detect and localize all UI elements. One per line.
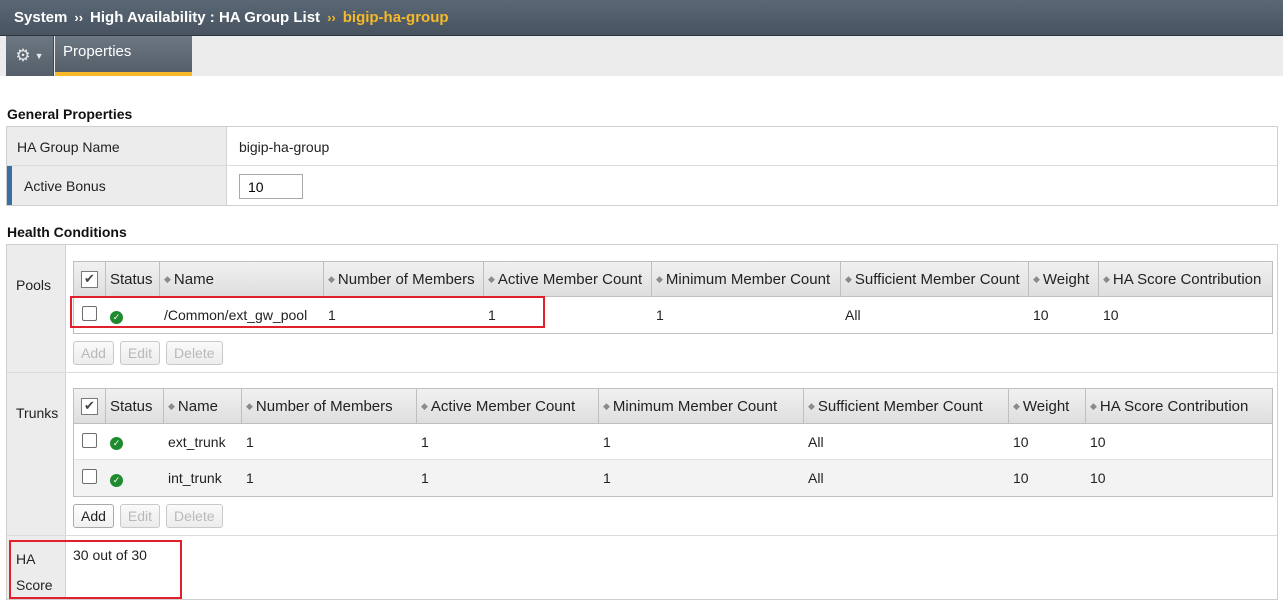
delete-trunk-button[interactable]: Delete (166, 504, 223, 528)
select-all-checkbox[interactable]: ✔ (81, 270, 98, 288)
status-ok-icon: ✓ (110, 437, 123, 450)
ha-group-name-value: bigip-ha-group (227, 127, 1277, 165)
select-all-checkbox[interactable]: ✔ (81, 397, 98, 415)
trunks-buttons: Add Edit Delete (73, 504, 223, 528)
sort-icon: ◆ (328, 273, 335, 284)
pool-row-highlight (70, 296, 545, 328)
breadcrumb-separator: ›› (327, 10, 336, 25)
sort-icon: ◆ (808, 400, 815, 411)
edit-pool-button[interactable]: Edit (119, 341, 161, 365)
trunks-section: Trunks ✔ Status ◆ Name ◆ Number of Members… (7, 373, 1277, 536)
sort-icon: ◆ (845, 273, 852, 284)
cell-minimum: 1 (656, 307, 664, 323)
col-number-of-members[interactable]: ◆ Number of Members (242, 389, 417, 423)
cell-weight: 10 (1013, 433, 1029, 450)
trunk-name-link[interactable]: int_trunk (164, 470, 242, 486)
col-ha-score-contribution[interactable]: ◆ HA Score Contribution (1086, 389, 1272, 423)
delete-pool-button[interactable]: Delete (166, 341, 223, 365)
col-sufficient-member-count[interactable]: ◆ Sufficient Member Count (804, 389, 1009, 423)
sort-icon: ◆ (164, 273, 171, 284)
col-name[interactable]: ◆ Name (160, 262, 324, 296)
add-pool-button[interactable]: Add (73, 341, 114, 365)
col-ha-score-contribution[interactable]: ◆ HA Score Contribution (1099, 262, 1272, 296)
sort-icon: ◆ (1013, 400, 1020, 411)
trunks-label: Trunks (7, 373, 66, 535)
ha-score-highlight (9, 540, 182, 599)
col-weight[interactable]: ◆ Weight (1029, 262, 1099, 296)
cell-sufficient: All (808, 433, 824, 450)
sort-icon: ◆ (168, 400, 175, 411)
general-properties-title: General Properties (7, 106, 133, 122)
sort-icon: ◆ (246, 400, 253, 411)
trunk-name-link[interactable]: ext_trunk (164, 434, 242, 450)
cell-minimum: 1 (603, 470, 611, 486)
col-status[interactable]: Status (106, 389, 164, 423)
cell-weight: 10 (1033, 307, 1049, 323)
sort-icon: ◆ (1033, 273, 1040, 284)
cell-contribution: 10 (1090, 470, 1106, 486)
col-number-of-members[interactable]: ◆ Number of Members (324, 262, 484, 296)
col-weight[interactable]: ◆ Weight (1009, 389, 1086, 423)
active-bonus-label: Active Bonus (7, 166, 227, 205)
sort-icon: ◆ (421, 400, 428, 411)
general-properties-table: HA Group Name bigip-ha-group Active Bonu… (6, 126, 1278, 206)
col-name[interactable]: ◆ Name (164, 389, 242, 423)
active-bonus-input[interactable] (239, 174, 303, 199)
trunks-list: ✔ Status ◆ Name ◆ Number of Members ◆ Activ… (73, 388, 1273, 497)
col-sufficient-member-count[interactable]: ◆ Sufficient Member Count (841, 262, 1029, 296)
sort-icon: ◆ (1103, 273, 1110, 284)
settings-menu-button[interactable]: ⚙ ▼ (6, 36, 54, 76)
caret-down-icon: ▼ (34, 51, 44, 61)
gear-icon: ⚙ (15, 46, 31, 65)
property-row: Active Bonus (7, 166, 1277, 205)
cell-sufficient: All (845, 307, 861, 323)
tab-strip (0, 36, 1283, 76)
pools-label: Pools (7, 245, 66, 372)
table-row[interactable]: ✓ int_trunk 1 1 1 All 10 10 (74, 460, 1272, 496)
sort-icon: ◆ (488, 273, 495, 284)
breadcrumb: System ›› High Availability : HA Group L… (0, 0, 1283, 36)
sort-icon: ◆ (656, 273, 663, 284)
breadcrumb-ha-group-list[interactable]: High Availability : HA Group List (90, 9, 320, 26)
add-trunk-button[interactable]: Add (73, 504, 114, 528)
ha-group-name-label: HA Group Name (7, 127, 227, 165)
pools-buttons: Add Edit Delete (73, 341, 223, 365)
trunks-header: ✔ Status ◆ Name ◆ Number of Members ◆ Activ… (74, 389, 1272, 424)
cell-weight: 10 (1013, 470, 1029, 486)
col-minimum-member-count[interactable]: ◆ Minimum Member Count (652, 262, 841, 296)
edit-trunk-button[interactable]: Edit (119, 504, 161, 528)
col-active-member-count[interactable]: ◆ Active Member Count (417, 389, 599, 423)
pools-header: ✔ Status ◆ Name ◆ Number of Members ◆ Activ… (74, 262, 1272, 297)
breadcrumb-system[interactable]: System (14, 9, 67, 26)
sort-icon: ◆ (603, 400, 610, 411)
sort-icon: ◆ (1090, 400, 1097, 411)
table-row[interactable]: ✓ ext_trunk 1 1 1 All 10 10 (74, 424, 1272, 460)
ha-score-section: HA Score 30 out of 30 (7, 536, 1277, 599)
cell-members: 1 (246, 470, 254, 486)
health-conditions-title: Health Conditions (7, 224, 127, 240)
row-checkbox[interactable] (82, 432, 97, 448)
cell-active: 1 (421, 470, 429, 486)
col-status[interactable]: Status (106, 262, 160, 296)
row-checkbox[interactable] (82, 469, 97, 484)
cell-contribution: 10 (1103, 307, 1119, 323)
col-active-member-count[interactable]: ◆ Active Member Count (484, 262, 652, 296)
tab-properties[interactable]: Properties (55, 36, 192, 76)
cell-contribution: 10 (1090, 433, 1106, 450)
breadcrumb-separator: ›› (74, 10, 84, 25)
status-ok-icon: ✓ (110, 473, 123, 487)
col-minimum-member-count[interactable]: ◆ Minimum Member Count (599, 389, 804, 423)
cell-sufficient: All (808, 470, 824, 486)
property-row: HA Group Name bigip-ha-group (7, 127, 1277, 166)
breadcrumb-current: bigip-ha-group (342, 9, 449, 26)
cell-active: 1 (421, 433, 429, 450)
cell-members: 1 (246, 433, 254, 450)
cell-minimum: 1 (603, 433, 611, 450)
